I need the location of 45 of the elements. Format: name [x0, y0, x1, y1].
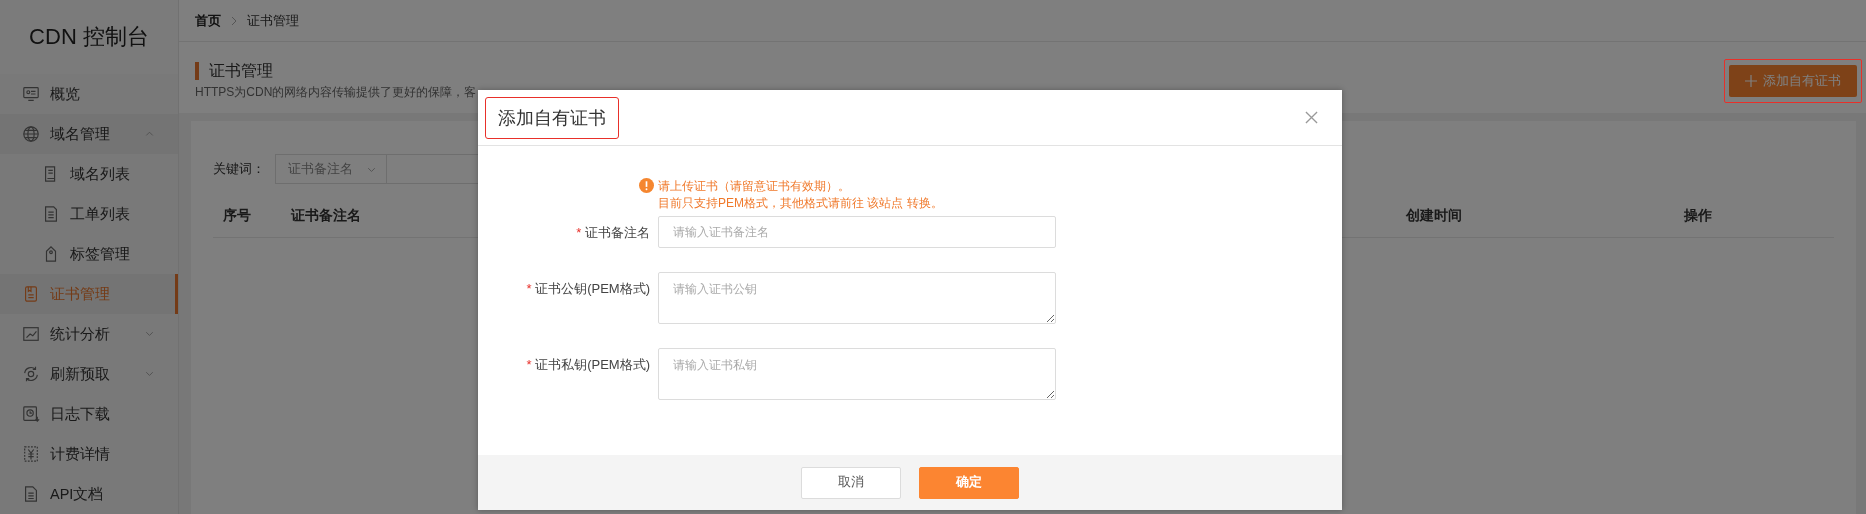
column-header: 序号	[222, 207, 252, 225]
column-header: 操作	[1683, 207, 1713, 225]
yen-icon	[22, 445, 40, 463]
menu-item[interactable]: 域名管理	[0, 114, 178, 154]
menu-item[interactable]: 概览	[0, 74, 178, 114]
notice-text: 请上传证书（请留意证书有效期）。 目前只支持PEM格式，其他格式请前往 该站点 转换。	[658, 178, 944, 212]
globe-icon	[22, 125, 40, 143]
required-asterisk: *	[576, 225, 582, 240]
certificate-icon	[22, 285, 40, 303]
warning-icon	[639, 178, 654, 193]
menu-item[interactable]: 刷新预取	[0, 354, 178, 394]
modal-title: 添加自有证书	[485, 96, 619, 139]
list-file-icon	[42, 205, 60, 223]
field-label: * 证书私钥(PEM格式)	[526, 356, 650, 374]
confirm-button[interactable]: 确定	[919, 466, 1019, 499]
page-description: HTTPS为CDN的网络内容传输提供了更好的保障，客	[195, 84, 477, 101]
column-header: 创建时间	[1405, 207, 1463, 225]
required-asterisk: *	[526, 357, 532, 372]
filter-label: 关键词：	[213, 160, 265, 178]
clock-download-icon	[22, 405, 40, 423]
textarea-field[interactable]: 请输入证书公钥	[658, 272, 1056, 324]
keyword-select[interactable]: 证书备注名	[275, 154, 387, 184]
input-field[interactable]: 请输入证书备注名	[658, 216, 1056, 248]
submenu-item[interactable]: 域名列表	[0, 154, 178, 194]
submenu-item[interactable]: 标签管理	[0, 234, 178, 274]
monitor-icon	[22, 85, 40, 103]
chevron-right-icon	[229, 15, 239, 26]
plus-icon	[1745, 75, 1757, 87]
menu-item[interactable]: 统计分析	[0, 314, 178, 354]
menu-item[interactable]: 计费详情	[0, 434, 178, 474]
field-label: * 证书备注名	[576, 224, 650, 242]
menu-item[interactable]: API文档	[0, 474, 178, 514]
column-header: 证书备注名	[290, 207, 362, 225]
page-title: 证书管理	[195, 62, 477, 80]
required-asterisk: *	[526, 281, 532, 296]
chart-icon	[22, 325, 40, 343]
menu-item[interactable]: 日志下载	[0, 394, 178, 434]
close-icon[interactable]	[1305, 111, 1318, 124]
document-icon	[22, 485, 40, 503]
submenu-item[interactable]: 工单列表	[0, 194, 178, 234]
textarea-field[interactable]: 请输入证书私钥	[658, 348, 1056, 400]
breadcrumb-link[interactable]: 首页	[195, 11, 221, 30]
cancel-button[interactable]: 取消	[801, 466, 901, 499]
refresh-icon	[22, 365, 40, 383]
field-label: * 证书公钥(PEM格式)	[526, 280, 650, 298]
